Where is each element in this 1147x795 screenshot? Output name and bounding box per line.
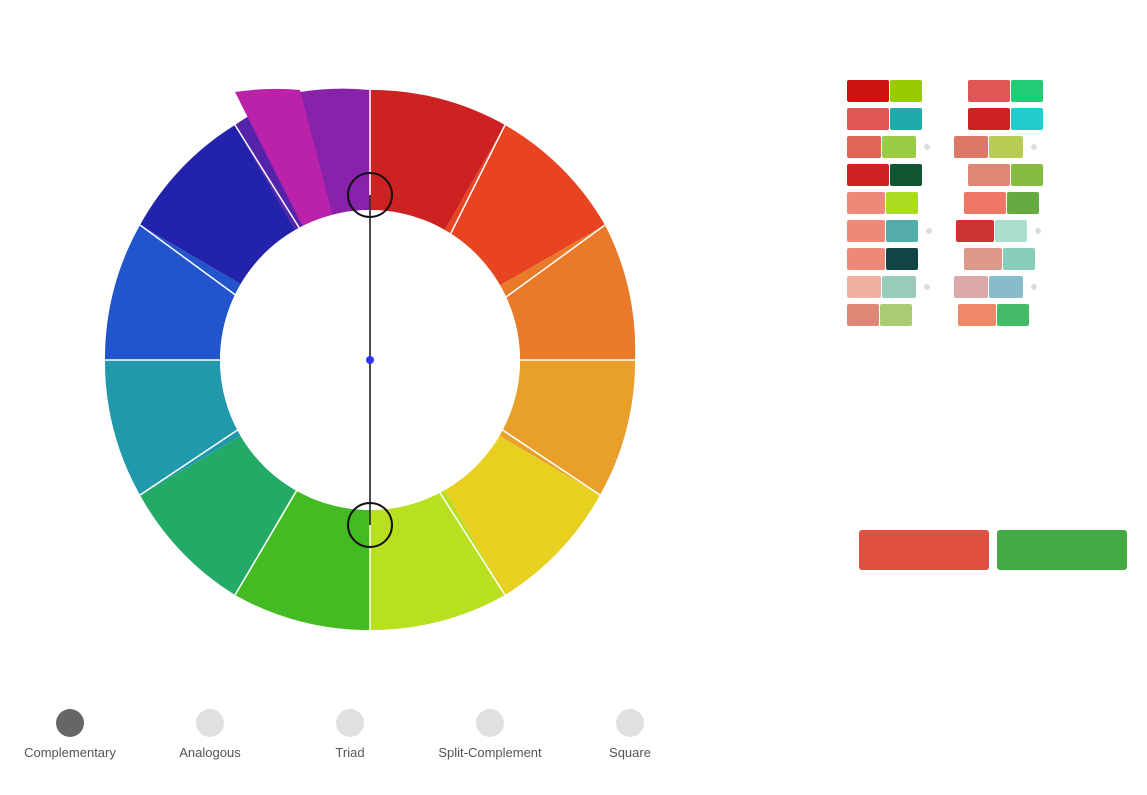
nav-dot-triad[interactable] [336,709,364,737]
swatch [968,164,1010,186]
swatch [989,276,1023,298]
swatch [847,164,889,186]
swatch-group [954,276,1023,298]
nav-dot-complementary[interactable] [56,709,84,737]
swatch [954,276,988,298]
swatch [847,192,885,214]
nav-item-analogous[interactable]: Analogous [140,709,280,760]
palette-row-4 [847,164,1127,186]
swatch [882,136,916,158]
swatch [1011,80,1043,102]
swatch [847,136,881,158]
nav-label-complementary: Complementary [24,745,116,760]
swatch [890,164,922,186]
swatch [958,304,996,326]
swatch-group [847,164,922,186]
swatch [890,108,922,130]
swatch [886,192,918,214]
palette-row-6 [847,220,1127,242]
swatch [956,220,994,242]
swatch [847,80,889,102]
swatch [886,248,918,270]
nav-label-split-complement: Split-Complement [438,745,541,760]
nav-label-triad: Triad [335,745,364,760]
swatch-group [954,136,1023,158]
swatch-group [847,276,916,298]
bottom-swatches [859,530,1127,570]
swatch [1007,192,1039,214]
main-swatch-left [859,530,989,570]
swatch [880,304,912,326]
swatch [882,276,916,298]
swatch [890,80,922,102]
palette-panel [847,80,1127,332]
palette-row-3 [847,136,1127,158]
nav-dot-square[interactable] [616,709,644,737]
nav-dot-split-complement[interactable] [476,709,504,737]
swatch [847,220,885,242]
color-wheel-svg[interactable] [80,70,660,650]
swatch-group [964,248,1035,270]
palette-row-8 [847,276,1127,298]
nav-item-split-complement[interactable]: Split-Complement [420,709,560,760]
swatch-group [964,192,1039,214]
swatch-group [958,304,1029,326]
swatch [847,304,879,326]
nav-label-analogous: Analogous [179,745,240,760]
dot-separator [1031,284,1037,290]
swatch-group [847,136,916,158]
swatch-group [956,220,1027,242]
swatch-group [847,192,918,214]
dot-separator [924,284,930,290]
swatch-group [847,304,912,326]
swatch [954,136,988,158]
swatch [964,192,1006,214]
swatch-group [968,164,1043,186]
swatch [847,276,881,298]
color-wheel-wrapper [80,70,660,650]
swatch [886,220,918,242]
swatch [847,248,885,270]
swatch-group [847,220,918,242]
swatch [989,136,1023,158]
palette-row-2 [847,108,1127,130]
main-swatch-right [997,530,1127,570]
palette-row-7 [847,248,1127,270]
swatch [1003,248,1035,270]
palette-row-9 [847,304,1127,326]
nav-item-triad[interactable]: Triad [280,709,420,760]
nav-item-complementary[interactable]: Complementary [0,709,140,760]
nav-label-square: Square [609,745,651,760]
swatch [847,108,889,130]
nav-dots: Complementary Analogous Triad Split-Comp… [0,709,700,760]
swatch-group [847,108,922,130]
swatch [1011,164,1043,186]
swatch [964,248,1002,270]
nav-dot-analogous[interactable] [196,709,224,737]
swatch [968,108,1010,130]
swatch-group [968,108,1043,130]
color-wheel-container [50,30,690,690]
dot-separator [926,228,932,234]
dot-separator [1031,144,1037,150]
dot-separator [1035,228,1041,234]
swatch-group [968,80,1043,102]
swatch [1011,108,1043,130]
palette-row-1 [847,80,1127,102]
palette-row-5 [847,192,1127,214]
swatch-group [847,80,922,102]
swatch [968,80,1010,102]
swatch [997,304,1029,326]
swatch-group [847,248,918,270]
dot-separator [924,144,930,150]
swatch [995,220,1027,242]
nav-item-square[interactable]: Square [560,709,700,760]
